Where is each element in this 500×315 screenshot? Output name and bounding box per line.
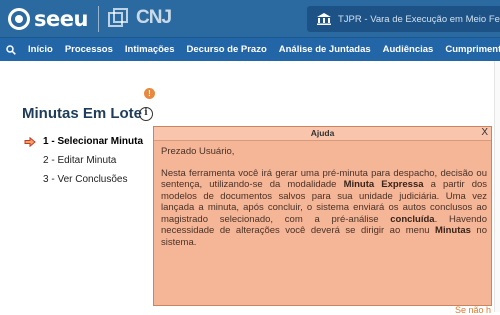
page-title: Minutas Em Lote (22, 105, 143, 122)
help-tooltip: Ajuda X Prezado Usuário, Nesta ferrament… (153, 126, 492, 306)
tribunal-name: TJPR - Vara de Execução em Meio Fe (338, 13, 500, 25)
alert-badge-icon[interactable]: ! (144, 88, 155, 99)
close-icon[interactable]: X (481, 127, 488, 138)
header-divider (98, 6, 99, 32)
help-title: Ajuda (310, 128, 335, 138)
menu-item-processos[interactable]: Processos (59, 38, 119, 61)
menu-item-inicio[interactable]: Início (22, 38, 59, 61)
help-text-bold: Minuta Expressa (343, 179, 424, 190)
menu-search-button[interactable] (0, 38, 22, 61)
tribunal-selector[interactable]: TJPR - Vara de Execução em Meio Fe (307, 6, 500, 32)
step-label: 1 - Selecionar Minuta (43, 136, 144, 147)
main-menu: Início Processos Intimações Decurso de P… (0, 37, 500, 61)
search-icon (6, 44, 16, 55)
info-icon[interactable]: i (139, 107, 153, 121)
cnj-emblem-icon (108, 8, 128, 27)
page-scrollbar[interactable] (494, 61, 500, 312)
help-body: Prezado Usuário, Nesta ferramenta você i… (161, 146, 487, 248)
menu-item-decurso-de-prazo[interactable]: Decurso de Prazo (181, 38, 273, 61)
step-label: 3 - Ver Conclusões (43, 174, 128, 185)
step-label: 2 - Editar Minuta (43, 155, 117, 166)
menu-item-audiencias[interactable]: Audiências (377, 38, 440, 61)
bottom-link[interactable]: Se não h (455, 305, 491, 315)
menu-item-analise-de-juntadas[interactable]: Análise de Juntadas (273, 38, 377, 61)
seeu-logo[interactable]: seeu (8, 7, 88, 31)
help-text-bold: concluída (390, 213, 435, 225)
help-greeting: Prezado Usuário, (161, 146, 235, 157)
cnj-logo-text: CNJ (136, 7, 172, 28)
top-bar: seeu CNJ TJPR - Vara de Execução em Meio… (0, 0, 500, 37)
menu-item-intimacoes[interactable]: Intimações (119, 38, 181, 61)
courthouse-icon (317, 13, 331, 25)
menu-item-cumprimentos[interactable]: Cumprimentos (439, 38, 500, 61)
arrow-right-icon (24, 137, 36, 147)
help-text-bold: Minutas (435, 225, 471, 236)
seeu-logo-text: seeu (34, 7, 88, 31)
help-header: Ajuda X (154, 127, 491, 141)
help-paragraph: Nesta ferramenta você irá gerar uma pré-… (161, 168, 487, 249)
seeu-logo-icon (8, 8, 30, 30)
